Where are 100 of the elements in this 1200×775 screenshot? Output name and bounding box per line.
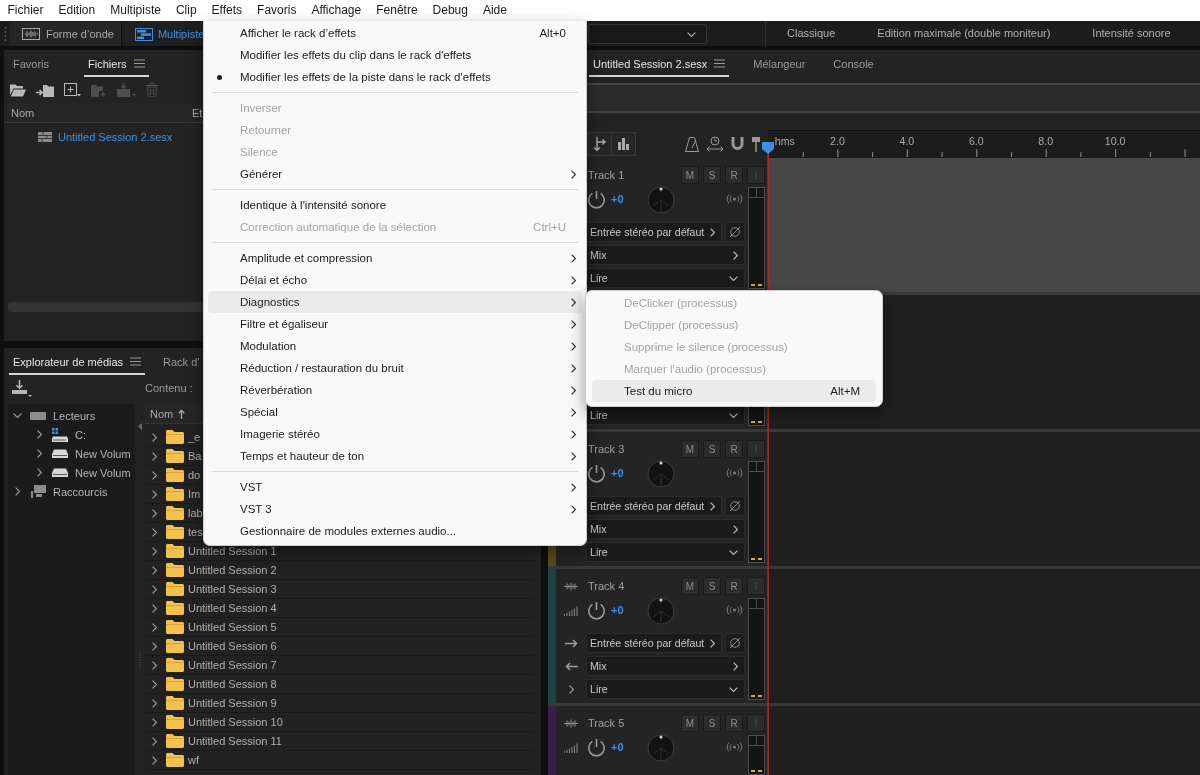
- chevron-right-icon[interactable]: [151, 546, 157, 556]
- menu-item[interactable]: VST: [208, 476, 582, 498]
- track-toggle-button[interactable]: M: [681, 714, 699, 732]
- chevron-right-icon[interactable]: [151, 679, 157, 689]
- menu-bar-item[interactable]: Favoris: [249, 0, 304, 21]
- chevron-right-icon[interactable]: [151, 451, 157, 461]
- menu-bar-item[interactable]: Fichier: [0, 0, 51, 21]
- track-toggle-button[interactable]: R: [725, 440, 743, 458]
- menu-item[interactable]: Imagerie stéréo: [208, 423, 582, 445]
- editor-tab[interactable]: Mélangeur: [749, 50, 810, 77]
- folder-name[interactable]: Untitled Session 4: [188, 601, 277, 615]
- menu-bar-item[interactable]: Affichage: [303, 0, 369, 21]
- menu-item[interactable]: Réduction / restauration du bruit: [208, 357, 582, 379]
- menu-bar-item[interactable]: Edition: [51, 0, 103, 21]
- menu-item[interactable]: Temps et hauteur de ton: [208, 445, 582, 467]
- menu-item[interactable]: Identique à l'intensité sonore: [208, 194, 582, 216]
- menu-item[interactable]: Filtre et égaliseur: [208, 313, 582, 335]
- menu-bar-item[interactable]: Clip: [168, 0, 205, 21]
- mode-dropdown[interactable]: Lire: [586, 542, 745, 562]
- menu-item[interactable]: VST 3: [208, 498, 582, 520]
- menu-bar-item[interactable]: Aide: [475, 0, 515, 21]
- menu-item[interactable]: Gestionnaire de modules externes audio...: [208, 520, 582, 542]
- track-toggle-button[interactable]: S: [703, 440, 721, 458]
- panel-tab[interactable]: Rack d’: [159, 348, 204, 375]
- input-dropdown[interactable]: Entrée stéréo par défaut: [586, 222, 722, 242]
- phase-invert-button[interactable]: [725, 633, 745, 653]
- volume-knob[interactable]: [587, 463, 606, 483]
- chevron-right-icon[interactable]: [151, 489, 157, 499]
- track-toggle-button[interactable]: S: [703, 714, 721, 732]
- folder-name[interactable]: Ba: [188, 449, 202, 463]
- menu-bar-item[interactable]: Fenêtre: [368, 0, 426, 21]
- folder-name[interactable]: Untitled Session 2: [188, 563, 277, 577]
- menu-item[interactable]: Afficher le rack d’effets Alt+0: [208, 22, 582, 44]
- menu-item[interactable]: Amplitude et compression: [208, 247, 582, 269]
- volume-knob[interactable]: [587, 737, 606, 757]
- chevron-right-icon[interactable]: [568, 684, 574, 694]
- folder-name[interactable]: _e: [188, 430, 201, 444]
- tree-item[interactable]: Lecteurs: [8, 406, 135, 425]
- scrollbar[interactable]: [8, 302, 203, 312]
- menu-item[interactable]: Diagnostics: [208, 291, 582, 313]
- input-dropdown[interactable]: Entrée stéréo par défaut: [586, 633, 722, 653]
- collapse-arrow-icon[interactable]: [138, 423, 142, 430]
- folder-arrow-icon[interactable]: [36, 83, 54, 97]
- volume-knob[interactable]: [587, 189, 606, 209]
- folder-name[interactable]: Untitled Session 7: [188, 658, 277, 672]
- workspace-tab[interactable]: Classique: [766, 21, 857, 47]
- volume-knob[interactable]: [587, 600, 606, 620]
- output-dropdown[interactable]: Mix: [586, 245, 745, 265]
- workspace-tab[interactable]: Intensité sonore: [1071, 21, 1192, 47]
- workspace-tab[interactable]: Edition maximale (double moniteur): [856, 21, 1072, 47]
- folder-name[interactable]: wf: [188, 753, 199, 767]
- menu-item[interactable]: Générer: [208, 163, 582, 185]
- volume-value[interactable]: +0: [611, 741, 646, 753]
- file-name[interactable]: Untitled Session 2.sesx: [58, 130, 173, 143]
- clock-arrows-icon[interactable]: [707, 136, 723, 152]
- folder-open-icon[interactable]: [10, 83, 26, 97]
- tree-item[interactable]: New Volum: [8, 463, 135, 482]
- chevron-right-icon[interactable]: [151, 603, 157, 613]
- folder-name[interactable]: Im: [188, 487, 201, 501]
- folder-name[interactable]: do: [188, 468, 201, 482]
- track-toggle-button[interactable]: R: [725, 166, 743, 184]
- chevron-right-icon[interactable]: [151, 584, 157, 594]
- chevron-right-icon[interactable]: [151, 736, 157, 746]
- menu-bar-item[interactable]: Effets: [204, 0, 250, 21]
- folder-name[interactable]: Untitled Session 5: [188, 620, 277, 634]
- folder-name[interactable]: Untitled Session 8: [188, 677, 277, 691]
- menu-icon[interactable]: [714, 59, 726, 68]
- folder-name[interactable]: Untitled Session 9: [188, 696, 277, 710]
- track-toggle-button[interactable]: R: [725, 577, 743, 595]
- tree-item[interactable]: C:: [8, 425, 135, 444]
- folder-name[interactable]: lab: [188, 506, 203, 520]
- editor-tab[interactable]: Console: [829, 50, 878, 77]
- track-toggle-button[interactable]: S: [703, 577, 721, 595]
- chevron-right-icon[interactable]: [151, 641, 157, 651]
- plus-box-icon[interactable]: [64, 83, 81, 97]
- mode-dropdown[interactable]: Lire: [586, 679, 745, 699]
- tree-item[interactable]: Raccourcis: [8, 482, 135, 501]
- panel-tab[interactable]: Fichiers: [84, 50, 149, 77]
- track-toggle-button[interactable]: S: [703, 166, 721, 184]
- menu-item[interactable]: Modulation: [208, 335, 582, 357]
- input-dropdown[interactable]: Entrée stéréo par défaut: [586, 496, 722, 516]
- track-toggle-button[interactable]: M: [681, 440, 699, 458]
- folder-name[interactable]: Untitled Session 6: [188, 639, 277, 653]
- track-toggle-button[interactable]: M: [681, 166, 699, 184]
- menu-item[interactable]: Modifier les effets du clip dans le rack d'effets: [208, 44, 582, 66]
- chevron-right-icon[interactable]: [151, 698, 157, 708]
- chevron-right-icon[interactable]: [151, 717, 157, 727]
- chevron-right-icon[interactable]: [151, 755, 157, 765]
- phase-invert-button[interactable]: [725, 496, 745, 516]
- folder-name[interactable]: tes: [188, 525, 203, 539]
- track-toggle-button[interactable]: M: [681, 577, 699, 595]
- magnet-icon[interactable]: [731, 137, 744, 151]
- menu-item[interactable]: Modifier les effets de la piste dans le rack d’effets: [208, 66, 582, 88]
- menu-item[interactable]: Délai et écho: [208, 269, 582, 291]
- mode-dropdown[interactable]: Lire: [586, 268, 745, 288]
- chevron-right-icon[interactable]: [151, 508, 157, 518]
- folder-name[interactable]: Untitled Session 1: [188, 544, 277, 558]
- download-icon[interactable]: [12, 379, 32, 397]
- panel-tab[interactable]: Favoris: [9, 50, 54, 77]
- menu-item[interactable]: Test du micro Alt+M: [592, 380, 876, 402]
